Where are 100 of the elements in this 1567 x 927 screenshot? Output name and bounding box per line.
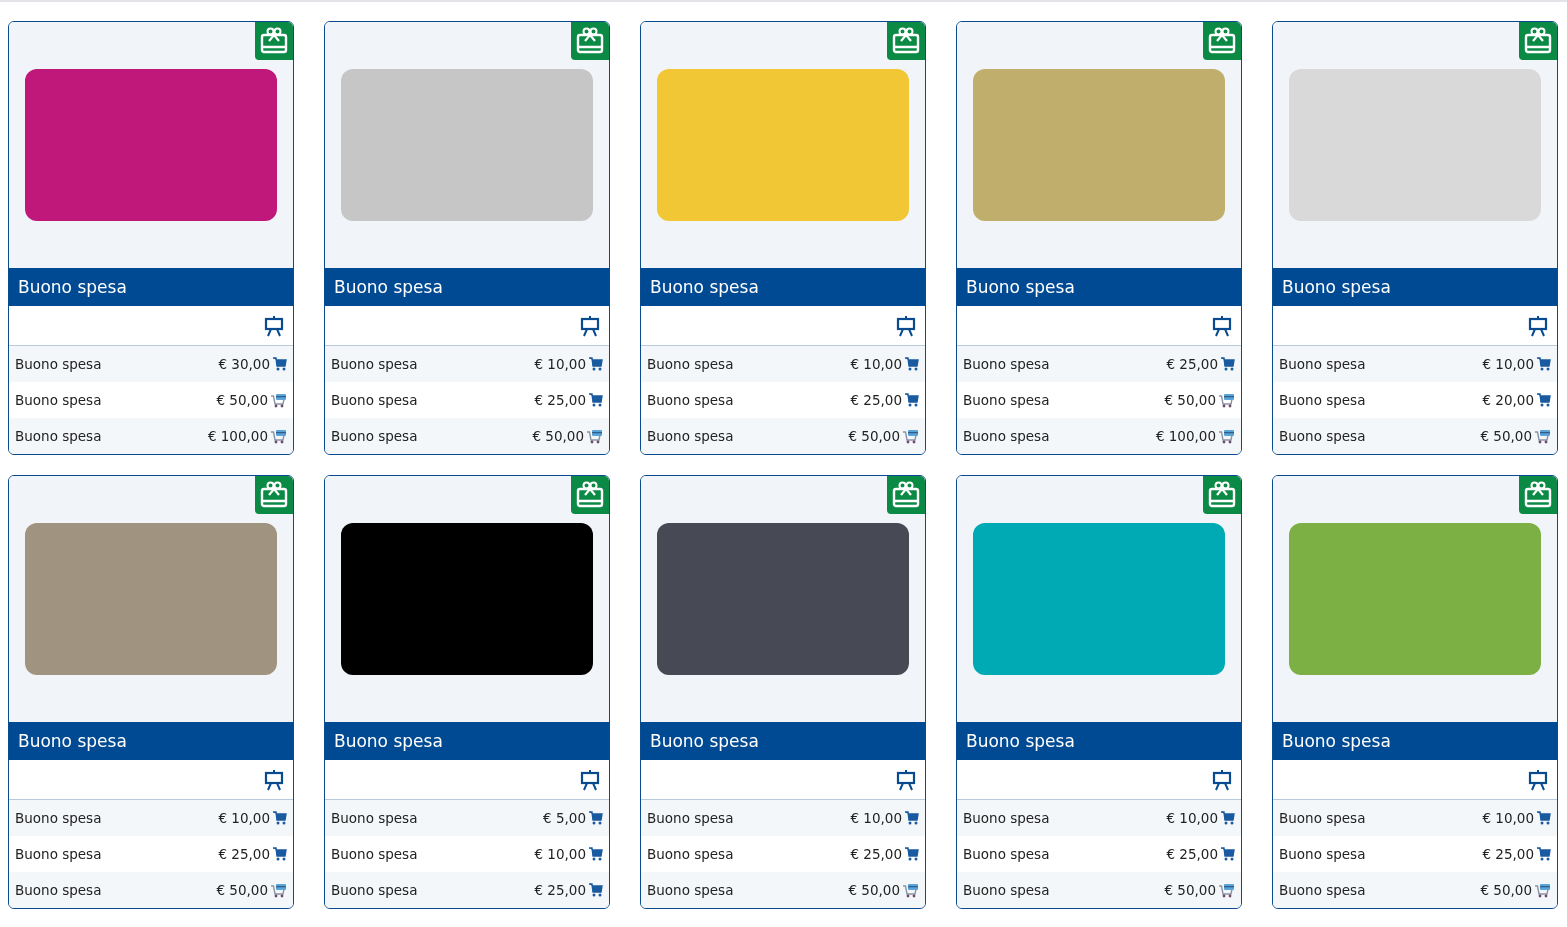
option-price: € 100,00	[1155, 428, 1216, 444]
option-label: Buono spesa	[647, 356, 735, 372]
card-cart-icon[interactable]	[271, 428, 287, 444]
card-cart-icon[interactable]	[903, 882, 919, 898]
cart-icon[interactable]	[589, 847, 603, 861]
cart-icon[interactable]	[1221, 811, 1235, 825]
cart-icon[interactable]	[1221, 357, 1235, 371]
option-label: Buono spesa	[647, 846, 735, 862]
option-price: € 25,00	[534, 882, 586, 898]
option-label: Buono spesa	[963, 392, 1051, 408]
cart-icon[interactable]	[589, 393, 603, 407]
option-label: Buono spesa	[1279, 882, 1367, 898]
option-price: € 25,00	[850, 846, 902, 862]
option-price: € 25,00	[1166, 846, 1218, 862]
product-title: Buono spesa	[957, 268, 1241, 306]
option-label: Buono spesa	[1279, 846, 1367, 862]
option-price: € 10,00	[1482, 356, 1534, 372]
product-title: Buono spesa	[325, 722, 609, 760]
option-price: € 50,00	[532, 428, 584, 444]
product-title: Buono spesa	[641, 722, 925, 760]
product-title: Buono spesa	[325, 268, 609, 306]
option-price: € 10,00	[1482, 810, 1534, 826]
easel-icon[interactable]	[579, 768, 601, 791]
option-price: € 10,00	[534, 846, 586, 862]
option-label: Buono spesa	[647, 428, 735, 444]
cart-icon[interactable]	[905, 811, 919, 825]
easel-icon[interactable]	[895, 314, 917, 337]
easel-icon[interactable]	[263, 314, 285, 337]
option-price: € 100,00	[207, 428, 268, 444]
option-price: € 25,00	[218, 846, 270, 862]
card-cart-icon[interactable]	[903, 428, 919, 444]
option-price: € 10,00	[850, 810, 902, 826]
option-price: € 50,00	[216, 392, 268, 408]
option-label: Buono spesa	[963, 356, 1051, 372]
cart-icon[interactable]	[1537, 847, 1551, 861]
option-label: Buono spesa	[963, 810, 1051, 826]
option-label: Buono spesa	[647, 882, 735, 898]
cart-icon[interactable]	[589, 811, 603, 825]
product-title: Buono spesa	[957, 722, 1241, 760]
cart-icon[interactable]	[905, 847, 919, 861]
card-cart-icon[interactable]	[1219, 392, 1235, 408]
option-price: € 50,00	[1480, 428, 1532, 444]
option-label: Buono spesa	[15, 356, 103, 372]
easel-icon[interactable]	[263, 768, 285, 791]
card-cart-icon[interactable]	[1535, 428, 1551, 444]
option-price: € 25,00	[534, 392, 586, 408]
easel-icon[interactable]	[895, 768, 917, 791]
option-price: € 25,00	[1166, 356, 1218, 372]
card-cart-icon[interactable]	[1219, 882, 1235, 898]
easel-icon[interactable]	[579, 314, 601, 337]
option-label: Buono spesa	[15, 428, 103, 444]
easel-icon[interactable]	[1527, 768, 1549, 791]
easel-icon[interactable]	[1527, 314, 1549, 337]
card-cart-icon[interactable]	[1535, 882, 1551, 898]
option-label: Buono spesa	[331, 882, 419, 898]
option-price: € 10,00	[850, 356, 902, 372]
option-price: € 50,00	[1480, 882, 1532, 898]
card-cart-icon[interactable]	[271, 882, 287, 898]
option-price: € 50,00	[1164, 392, 1216, 408]
option-price: € 50,00	[1164, 882, 1216, 898]
cart-icon[interactable]	[1221, 847, 1235, 861]
cart-icon[interactable]	[589, 357, 603, 371]
option-price: € 5,00	[543, 810, 586, 826]
option-price: € 10,00	[218, 810, 270, 826]
option-price: € 50,00	[216, 882, 268, 898]
option-label: Buono spesa	[963, 846, 1051, 862]
option-label: Buono spesa	[963, 882, 1051, 898]
option-label: Buono spesa	[15, 392, 103, 408]
product-title: Buono spesa	[9, 268, 293, 306]
cart-icon[interactable]	[589, 883, 603, 897]
cart-icon[interactable]	[905, 357, 919, 371]
cart-icon[interactable]	[1537, 811, 1551, 825]
cart-icon[interactable]	[1537, 393, 1551, 407]
option-label: Buono spesa	[331, 356, 419, 372]
option-label: Buono spesa	[331, 846, 419, 862]
card-cart-icon[interactable]	[1219, 428, 1235, 444]
option-price: € 25,00	[1482, 846, 1534, 862]
cart-icon[interactable]	[1537, 357, 1551, 371]
cart-icon[interactable]	[273, 847, 287, 861]
option-price: € 50,00	[848, 428, 900, 444]
card-cart-icon[interactable]	[587, 428, 603, 444]
option-price: € 30,00	[218, 356, 270, 372]
product-title: Buono spesa	[641, 268, 925, 306]
option-price: € 10,00	[1166, 810, 1218, 826]
option-label: Buono spesa	[15, 882, 103, 898]
option-label: Buono spesa	[963, 428, 1051, 444]
product-title: Buono spesa	[9, 722, 293, 760]
option-label: Buono spesa	[647, 392, 735, 408]
option-label: Buono spesa	[331, 428, 419, 444]
cart-icon[interactable]	[273, 357, 287, 371]
product-title: Buono spesa	[1273, 268, 1557, 306]
cart-icon[interactable]	[273, 811, 287, 825]
option-label: Buono spesa	[1279, 356, 1367, 372]
option-price: € 25,00	[850, 392, 902, 408]
easel-icon[interactable]	[1211, 768, 1233, 791]
option-label: Buono spesa	[1279, 428, 1367, 444]
easel-icon[interactable]	[1211, 314, 1233, 337]
cart-icon[interactable]	[905, 393, 919, 407]
card-cart-icon[interactable]	[271, 392, 287, 408]
product-title: Buono spesa	[1273, 722, 1557, 760]
